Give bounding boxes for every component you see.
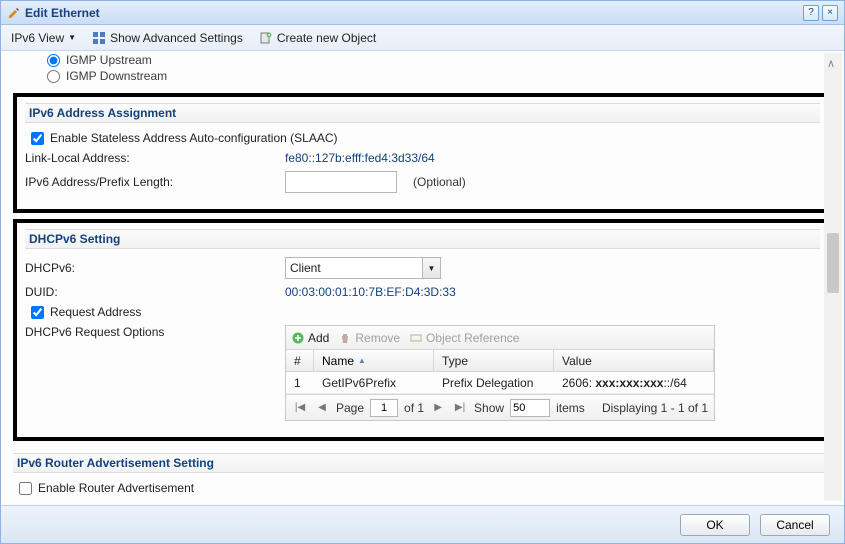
object-reference-button[interactable]: Object Reference	[410, 331, 519, 345]
pager-show-label: Show	[474, 401, 504, 415]
request-address-checkbox[interactable]	[31, 306, 44, 319]
request-address-label: Request Address	[50, 305, 141, 319]
cell-value: 2606: xxx:xxx:xxx::/64	[554, 376, 714, 390]
enable-ra-checkbox[interactable]	[19, 482, 32, 495]
view-dropdown[interactable]: IPv6 View ▼	[7, 29, 80, 47]
pager-prev[interactable]: ◀	[314, 400, 330, 416]
igmp-upstream-label: IGMP Upstream	[66, 53, 152, 67]
col-name-label: Name	[322, 354, 354, 368]
create-object-button[interactable]: Create new Object	[255, 29, 380, 47]
pager-next[interactable]: ▶	[430, 400, 446, 416]
plus-icon	[292, 332, 304, 344]
pager-page-label: Page	[336, 401, 364, 415]
show-advanced-button[interactable]: Show Advanced Settings	[88, 29, 247, 47]
slaac-label: Enable Stateless Address Auto-configurat…	[50, 131, 338, 145]
pager-items-label: items	[556, 401, 585, 415]
ipv6-address-assignment-frame: IPv6 Address Assignment Enable Stateless…	[13, 93, 832, 213]
add-button[interactable]: Add	[292, 331, 329, 345]
dhcpv6-select-value: Client	[286, 261, 422, 275]
duid-label: DUID:	[25, 285, 285, 299]
show-advanced-label: Show Advanced Settings	[110, 31, 243, 45]
value-mask: xxx:xxx:xxx	[595, 376, 663, 390]
linklocal-value: fe80::127b:efff:fed4:3d33/64	[285, 151, 435, 165]
cell-type: Prefix Delegation	[434, 376, 554, 390]
remove-button[interactable]: Remove	[339, 331, 400, 345]
dhcpv6-setting-frame: DHCPv6 Setting DHCPv6: Client ▼ DUID: 00…	[13, 219, 832, 441]
slaac-checkbox[interactable]	[31, 132, 44, 145]
prefix-label: IPv6 Address/Prefix Length:	[25, 175, 285, 189]
optional-label: (Optional)	[413, 175, 466, 189]
chevron-down-icon: ▼	[422, 258, 440, 278]
cell-name: GetIPv6Prefix	[314, 376, 434, 390]
trash-icon	[339, 332, 351, 344]
col-name[interactable]: Name ▲	[314, 350, 434, 371]
sort-asc-icon: ▲	[358, 356, 366, 365]
new-object-icon	[259, 31, 273, 45]
remove-label: Remove	[355, 331, 400, 345]
cancel-button[interactable]: Cancel	[760, 514, 830, 536]
enable-ra-label: Enable Router Advertisement	[38, 481, 194, 495]
pager-first[interactable]: |◀	[292, 400, 308, 416]
igmp-downstream-label: IGMP Downstream	[66, 69, 167, 83]
prefix-input[interactable]	[285, 171, 397, 193]
edit-icon	[7, 6, 21, 20]
pager-of-label: of 1	[404, 401, 424, 415]
toolbar: IPv6 View ▼ Show Advanced Settings Creat…	[1, 25, 844, 51]
dhcpv6-select[interactable]: Client ▼	[285, 257, 441, 279]
dhcpv6-label: DHCPv6:	[25, 261, 285, 275]
request-options-table: Add Remove Object Referenc	[285, 325, 715, 421]
pager-last[interactable]: ▶|	[452, 400, 468, 416]
ra-heading: IPv6 Router Advertisement Setting	[13, 453, 832, 473]
ipv6-assign-heading: IPv6 Address Assignment	[25, 103, 820, 123]
scrollbar[interactable]: ∧	[824, 53, 842, 501]
scroll-thumb[interactable]	[827, 233, 839, 293]
value-suffix: ::/64	[663, 376, 686, 390]
col-num[interactable]: #	[286, 350, 314, 371]
grid-icon	[92, 31, 106, 45]
view-dropdown-label: IPv6 View	[11, 31, 64, 45]
close-button[interactable]: ×	[822, 5, 838, 21]
link-icon	[410, 332, 422, 344]
col-value[interactable]: Value	[554, 350, 714, 371]
value-prefix: 2606:	[562, 376, 595, 390]
igmp-downstream-radio[interactable]	[47, 70, 60, 83]
linklocal-label: Link-Local Address:	[25, 151, 285, 165]
create-object-label: Create new Object	[277, 31, 376, 45]
cancel-label: Cancel	[776, 518, 813, 532]
caret-down-icon: ▼	[68, 33, 76, 42]
ok-label: OK	[706, 518, 723, 532]
dhcpv6-heading: DHCPv6 Setting	[25, 229, 820, 249]
add-label: Add	[308, 331, 329, 345]
content-area: IGMP Upstream IGMP Downstream IPv6 Addre…	[1, 51, 844, 503]
scroll-up-icon: ∧	[827, 57, 839, 69]
table-row[interactable]: 1 GetIPv6Prefix Prefix Delegation 2606: …	[286, 372, 714, 394]
cell-num: 1	[286, 376, 314, 390]
help-button[interactable]: ?	[803, 5, 819, 21]
pager-page-input[interactable]	[370, 399, 398, 417]
pager-show-select[interactable]	[510, 399, 550, 417]
request-options-label: DHCPv6 Request Options	[25, 325, 285, 339]
igmp-upstream-radio[interactable]	[47, 54, 60, 67]
router-advertisement-section: IPv6 Router Advertisement Setting Enable…	[13, 453, 832, 495]
col-type[interactable]: Type	[434, 350, 554, 371]
pager-display-label: Displaying 1 - 1 of 1	[602, 401, 708, 415]
object-reference-label: Object Reference	[426, 331, 519, 345]
duid-value: 00:03:00:01:10:7B:EF:D4:3D:33	[285, 285, 456, 299]
window-title: Edit Ethernet	[25, 6, 803, 20]
ok-button[interactable]: OK	[680, 514, 750, 536]
